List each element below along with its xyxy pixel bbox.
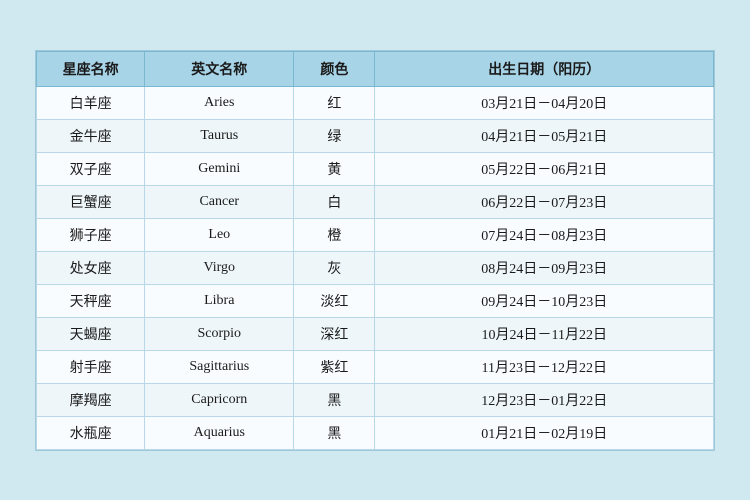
header-color: 颜色 — [294, 51, 375, 86]
cell-date: 08月24日－09月23日 — [375, 251, 714, 284]
cell-chinese: 天秤座 — [37, 284, 145, 317]
table-row: 天蝎座Scorpio深红10月24日－11月22日 — [37, 317, 714, 350]
cell-english: Leo — [145, 218, 294, 251]
cell-date: 05月22日－06月21日 — [375, 152, 714, 185]
cell-date: 03月21日－04月20日 — [375, 86, 714, 119]
cell-english: Scorpio — [145, 317, 294, 350]
cell-chinese: 双子座 — [37, 152, 145, 185]
header-chinese: 星座名称 — [37, 51, 145, 86]
cell-date: 10月24日－11月22日 — [375, 317, 714, 350]
cell-color: 淡红 — [294, 284, 375, 317]
zodiac-table: 星座名称 英文名称 颜色 出生日期（阳历） 白羊座Aries红03月21日－04… — [36, 51, 714, 450]
table-row: 水瓶座Aquarius黑01月21日－02月19日 — [37, 416, 714, 449]
cell-color: 灰 — [294, 251, 375, 284]
table-row: 白羊座Aries红03月21日－04月20日 — [37, 86, 714, 119]
cell-chinese: 水瓶座 — [37, 416, 145, 449]
table-row: 处女座Virgo灰08月24日－09月23日 — [37, 251, 714, 284]
cell-color: 黄 — [294, 152, 375, 185]
cell-english: Cancer — [145, 185, 294, 218]
cell-english: Virgo — [145, 251, 294, 284]
cell-color: 深红 — [294, 317, 375, 350]
cell-english: Gemini — [145, 152, 294, 185]
table-row: 天秤座Libra淡红09月24日－10月23日 — [37, 284, 714, 317]
cell-chinese: 处女座 — [37, 251, 145, 284]
cell-color: 黑 — [294, 383, 375, 416]
zodiac-table-container: 星座名称 英文名称 颜色 出生日期（阳历） 白羊座Aries红03月21日－04… — [35, 50, 715, 451]
cell-color: 橙 — [294, 218, 375, 251]
table-row: 双子座Gemini黄05月22日－06月21日 — [37, 152, 714, 185]
header-date: 出生日期（阳历） — [375, 51, 714, 86]
cell-date: 12月23日－01月22日 — [375, 383, 714, 416]
cell-date: 01月21日－02月19日 — [375, 416, 714, 449]
cell-chinese: 白羊座 — [37, 86, 145, 119]
cell-date: 09月24日－10月23日 — [375, 284, 714, 317]
cell-date: 07月24日－08月23日 — [375, 218, 714, 251]
cell-chinese: 金牛座 — [37, 119, 145, 152]
cell-english: Taurus — [145, 119, 294, 152]
table-row: 射手座Sagittarius紫红11月23日－12月22日 — [37, 350, 714, 383]
table-row: 巨蟹座Cancer白06月22日－07月23日 — [37, 185, 714, 218]
cell-date: 06月22日－07月23日 — [375, 185, 714, 218]
cell-color: 紫红 — [294, 350, 375, 383]
cell-english: Capricorn — [145, 383, 294, 416]
cell-english: Aries — [145, 86, 294, 119]
cell-chinese: 摩羯座 — [37, 383, 145, 416]
cell-chinese: 狮子座 — [37, 218, 145, 251]
cell-color: 黑 — [294, 416, 375, 449]
cell-date: 04月21日－05月21日 — [375, 119, 714, 152]
table-header-row: 星座名称 英文名称 颜色 出生日期（阳历） — [37, 51, 714, 86]
cell-color: 绿 — [294, 119, 375, 152]
cell-chinese: 天蝎座 — [37, 317, 145, 350]
cell-color: 红 — [294, 86, 375, 119]
cell-color: 白 — [294, 185, 375, 218]
cell-chinese: 射手座 — [37, 350, 145, 383]
table-row: 金牛座Taurus绿04月21日－05月21日 — [37, 119, 714, 152]
cell-date: 11月23日－12月22日 — [375, 350, 714, 383]
table-row: 狮子座Leo橙07月24日－08月23日 — [37, 218, 714, 251]
cell-english: Aquarius — [145, 416, 294, 449]
table-row: 摩羯座Capricorn黑12月23日－01月22日 — [37, 383, 714, 416]
cell-english: Libra — [145, 284, 294, 317]
cell-english: Sagittarius — [145, 350, 294, 383]
header-english: 英文名称 — [145, 51, 294, 86]
cell-chinese: 巨蟹座 — [37, 185, 145, 218]
